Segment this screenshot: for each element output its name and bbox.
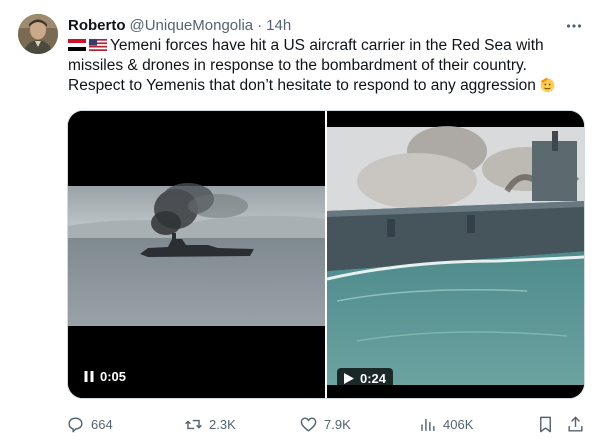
yemen-flag-icon — [68, 39, 86, 51]
bookmark-button[interactable] — [536, 413, 555, 435]
video-2-status: 0:24 — [337, 368, 394, 388]
tweet-body-text: Yemeni forces have hit a US aircraft car… — [68, 37, 544, 94]
video-frame-carrier — [327, 111, 584, 398]
like-button[interactable]: 7.9K — [299, 413, 351, 435]
bookmark-icon — [540, 416, 551, 432]
heart-icon — [300, 416, 317, 432]
separator: · — [257, 16, 263, 34]
author-handle[interactable]: @UniqueMongolia — [130, 17, 254, 34]
tweet: Roberto @UniqueMongolia · 14h Yemeni for… — [0, 0, 601, 447]
reply-icon — [68, 416, 83, 432]
us-flag-icon — [89, 39, 107, 51]
video-2-duration: 0:24 — [360, 370, 387, 386]
video-1-duration: 0:05 — [100, 368, 127, 384]
share-button[interactable] — [566, 413, 585, 435]
view-count: 406K — [443, 416, 474, 432]
media-grid: 0:05 0:24 — [67, 110, 585, 399]
avatar[interactable] — [18, 14, 58, 54]
more-options-button[interactable] — [562, 14, 586, 38]
views-button[interactable]: 406K — [418, 413, 473, 435]
share-icon — [568, 415, 583, 432]
saluting-face-icon — [540, 77, 555, 93]
timestamp[interactable]: 14h — [266, 17, 291, 34]
tweet-text: Yemeni forces have hit a US aircraft car… — [68, 36, 588, 96]
repost-count: 2.3K — [209, 416, 236, 432]
author-name[interactable]: Roberto — [68, 17, 126, 34]
like-count: 7.9K — [324, 416, 351, 432]
play-icon[interactable] — [344, 372, 354, 384]
analytics-icon — [421, 418, 435, 431]
tweet-header: Roberto @UniqueMongolia · 14h — [68, 15, 291, 35]
video-player-1[interactable]: 0:05 — [68, 111, 325, 398]
repost-button[interactable]: 2.3K — [184, 413, 236, 435]
pause-icon[interactable] — [84, 370, 94, 382]
repost-icon — [185, 419, 202, 429]
more-icon — [566, 24, 582, 28]
reply-count: 664 — [91, 416, 113, 432]
reply-button[interactable]: 664 — [66, 413, 113, 435]
video-player-2[interactable]: 0:24 — [327, 111, 584, 398]
video-1-status: 0:05 — [77, 366, 133, 386]
video-frame-warship — [68, 111, 325, 398]
action-bar: 664 2.3K 7.9K 406K — [66, 413, 588, 435]
